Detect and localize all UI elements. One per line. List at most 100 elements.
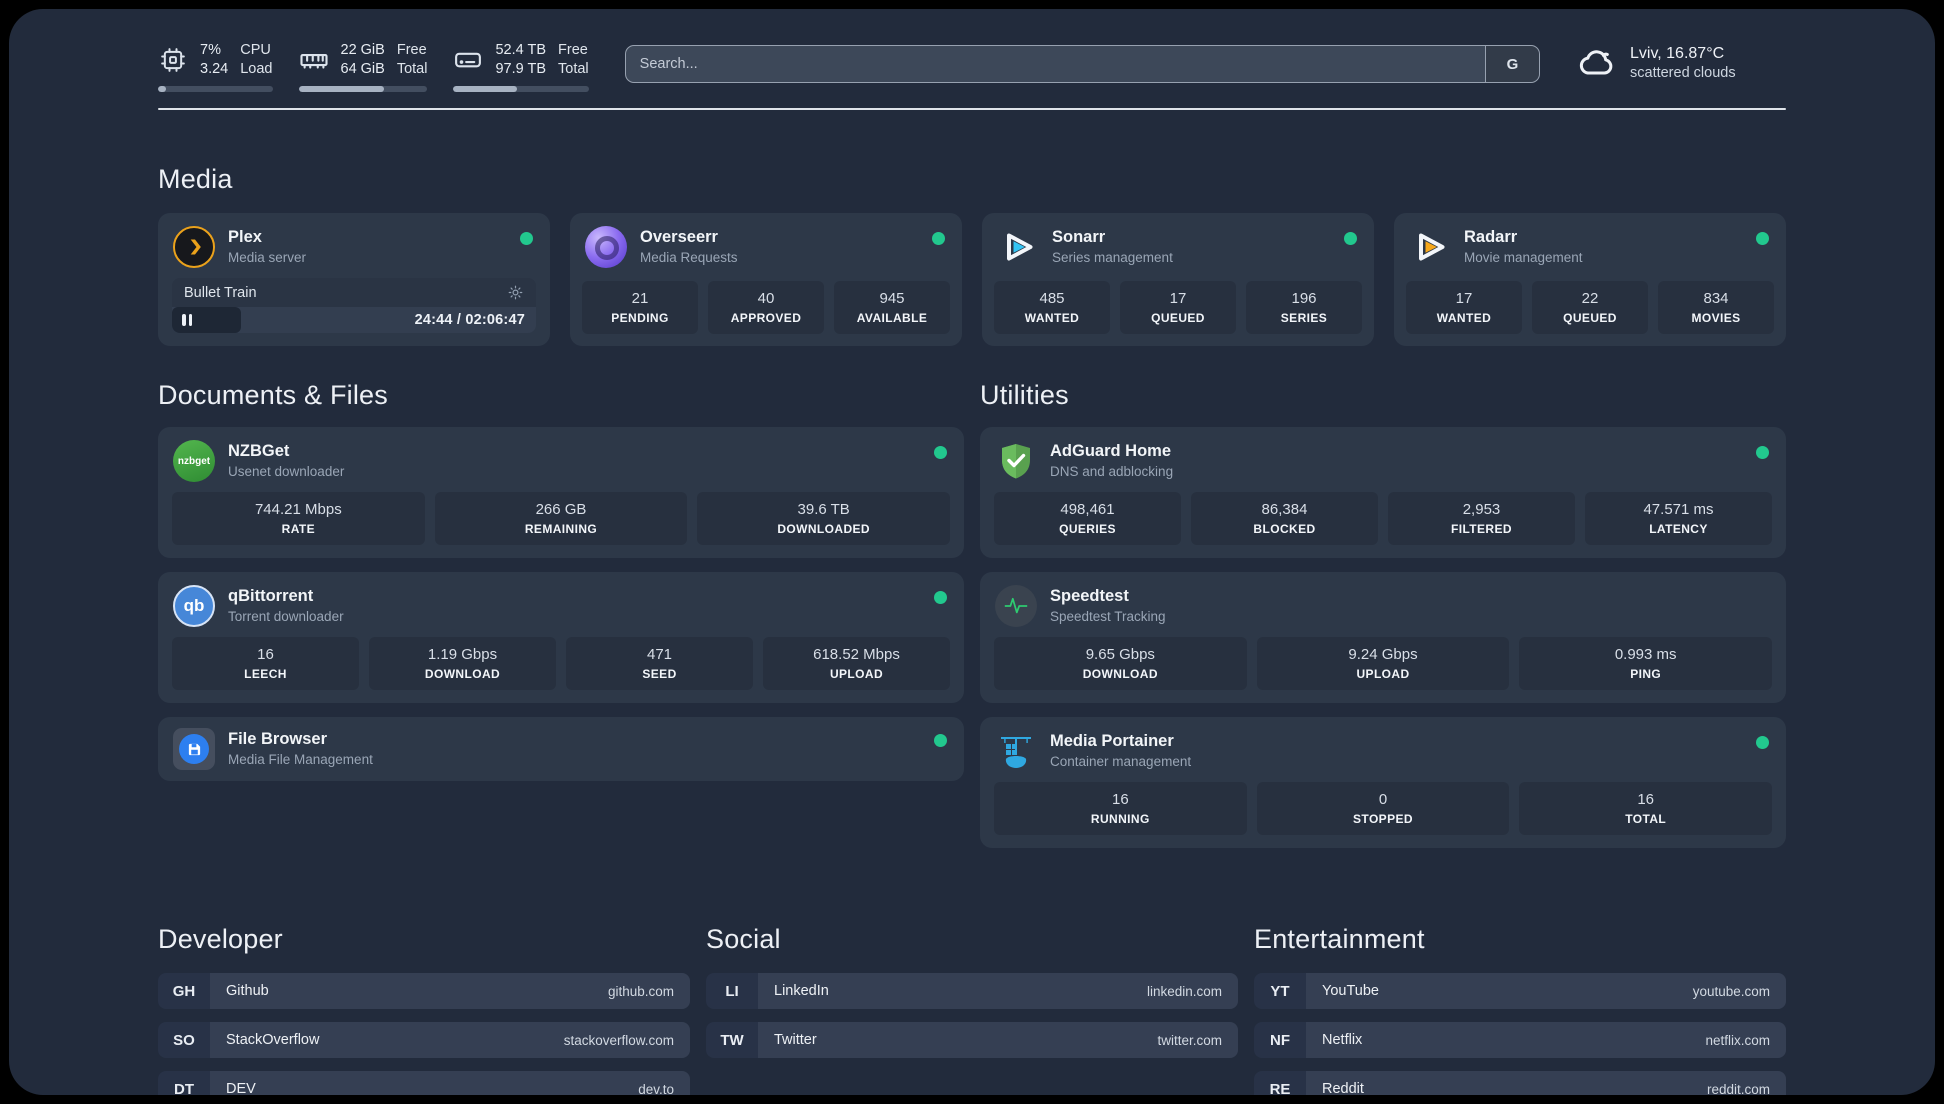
bookmark-dev[interactable]: DT DEV dev.to [158,1071,690,1095]
bookmark-linkedin[interactable]: LI LinkedIn linkedin.com [706,973,1238,1009]
stat-box: 618.52 Mbps UPLOAD [763,637,950,690]
search-input[interactable] [625,46,1485,82]
stat-box: 86,384 BLOCKED [1191,492,1378,545]
stat-box: 2,953 FILTERED [1388,492,1575,545]
bookmark-stackoverflow[interactable]: SO StackOverflow stackoverflow.com [158,1022,690,1058]
stat-value: 9.65 Gbps [1085,646,1155,663]
system-stat-memory: 22 GiB 64 GiB Free Total [298,41,428,92]
stat-value: 47.571 ms [1643,501,1714,518]
stat-value: 17 [1455,290,1473,307]
stat-value: 744.21 Mbps [254,501,342,518]
status-dot [1344,232,1357,245]
system-stats: 7% 3.24 CPU Load 22 GiB 64 GiB Free Tota… [158,41,589,92]
overseerr-icon [585,226,627,268]
media-player: Bullet Train 24:44 / 02:06:47 [172,278,536,333]
stat-label: QUERIES [1059,522,1116,536]
stat-box: 16 RUNNING [994,782,1247,835]
bookmark-name: Reddit [1322,1081,1364,1095]
nzbget-icon: nzbget [173,440,215,482]
bookmark-twitter[interactable]: TW Twitter twitter.com [706,1022,1238,1058]
status-dot [932,232,945,245]
app-name: Overseerr [640,228,718,246]
bookmark-name: Github [226,983,269,999]
stat-box: 196 SERIES [1246,281,1362,334]
stat-label: WANTED [1436,311,1492,325]
stat-value: 196 [1291,290,1317,307]
app-name: File Browser [228,730,328,748]
status-dot [934,734,947,747]
app-card-nzbget[interactable]: nzbget NZBGet Usenet downloader 744.21 M… [158,427,964,558]
cpu-load-label: Load [240,61,273,77]
stat-value: 17 [1169,290,1187,307]
stat-value: 2,953 [1462,501,1501,518]
stat-box: 485 WANTED [994,281,1110,334]
speedtest-icon [995,585,1037,627]
stat-label: LEECH [244,667,287,681]
bookmark-netflix[interactable]: NF Netflix netflix.com [1254,1022,1786,1058]
section-title-developer: Developer [158,924,283,954]
bookmark-abbr: TW [706,1022,758,1058]
bookmark-url: twitter.com [1157,1032,1222,1048]
stat-value: 16 [1637,791,1655,808]
memory-progress-bar [298,86,428,92]
header-divider [158,108,1786,110]
app-description: Usenet downloader [228,464,345,479]
stat-box: 17 QUEUED [1120,281,1236,334]
app-description: Media File Management [228,752,373,767]
bookmark-url: linkedin.com [1146,983,1222,999]
status-dot [1756,232,1769,245]
nzbget-icon-label: nzbget [177,455,211,467]
bookmark-name: LinkedIn [774,983,829,999]
app-card-qbittorrent[interactable]: qb qBittorrent Torrent downloader 16 LEE… [158,572,964,703]
bookmark-url: stackoverflow.com [563,1032,674,1048]
stat-box: 39.6 TB DOWNLOADED [697,492,951,545]
section-title-utilities: Utilities [980,380,1069,410]
disk-free-label: Free [558,42,588,58]
weather-widget[interactable]: Lviv, 16.87°C scattered clouds [1576,43,1786,83]
app-card-filebrowser[interactable]: File Browser Media File Management [158,717,964,781]
bookmark-name: YouTube [1322,983,1379,999]
app-card-radarr[interactable]: Radarr Movie management 17 WANTED 22 QUE… [1394,213,1786,346]
bookmark-reddit[interactable]: RE Reddit reddit.com [1254,1071,1786,1095]
status-dot [934,446,947,459]
gear-icon[interactable] [507,284,524,301]
stat-value: 0.993 ms [1614,646,1677,663]
stat-value: 16 [1111,791,1129,808]
app-card-sonarr[interactable]: Sonarr Series management 485 WANTED 17 Q… [982,213,1374,346]
stat-value: 39.6 TB [797,501,850,518]
top-bar: 7% 3.24 CPU Load 22 GiB 64 GiB Free Tota… [158,41,1786,92]
app-card-portainer[interactable]: Media Portainer Container management 16 … [980,717,1786,848]
search-bar: G [624,45,1540,83]
search-engine-button[interactable]: G [1485,46,1539,82]
stat-value: 834 [1703,290,1729,307]
app-name: NZBGet [228,442,290,460]
weather-condition: scattered clouds [1630,65,1736,81]
stat-value: 618.52 Mbps [813,646,900,663]
stat-value: 0 [1378,791,1388,808]
bookmark-youtube[interactable]: YT YouTube youtube.com [1254,973,1786,1009]
app-card-speedtest[interactable]: Speedtest Speedtest Tracking 9.65 Gbps D… [980,572,1786,703]
cpu-icon [158,45,188,75]
stat-value: 471 [646,646,673,663]
app-card-adguard[interactable]: AdGuard Home DNS and adblocking 498,461 … [980,427,1786,558]
app-card-overseerr[interactable]: Overseerr Media Requests 21 PENDING 40 A… [570,213,962,346]
stat-label: WANTED [1024,311,1080,325]
stat-box: 17 WANTED [1406,281,1522,334]
stat-box: 834 MOVIES [1658,281,1774,334]
section-title-entertainment: Entertainment [1254,924,1425,954]
playback-progress-bar[interactable]: 24:44 / 02:06:47 [172,307,536,333]
bookmark-name: Twitter [774,1032,817,1048]
entertainment-column: Entertainment YT YouTube youtube.com NF … [1254,924,1786,1095]
memory-icon [299,45,329,75]
stat-box: 9.24 Gbps UPLOAD [1256,637,1510,690]
bookmark-github[interactable]: GH Github github.com [158,973,690,1009]
bookmark-url: dev.to [638,1081,674,1096]
stat-label: LATENCY [1649,522,1708,536]
stat-box: 16 LEECH [172,637,359,690]
cpu-progress-bar [158,86,273,92]
app-card-plex[interactable]: Plex Media server Bullet Train 24:44 / 0… [158,213,550,346]
memory-total-value: 64 GiB [340,61,385,77]
cpu-usage-value: 7% [200,42,221,58]
stat-label: DOWNLOAD [424,667,501,681]
cpu-usage-label: CPU [240,42,271,58]
